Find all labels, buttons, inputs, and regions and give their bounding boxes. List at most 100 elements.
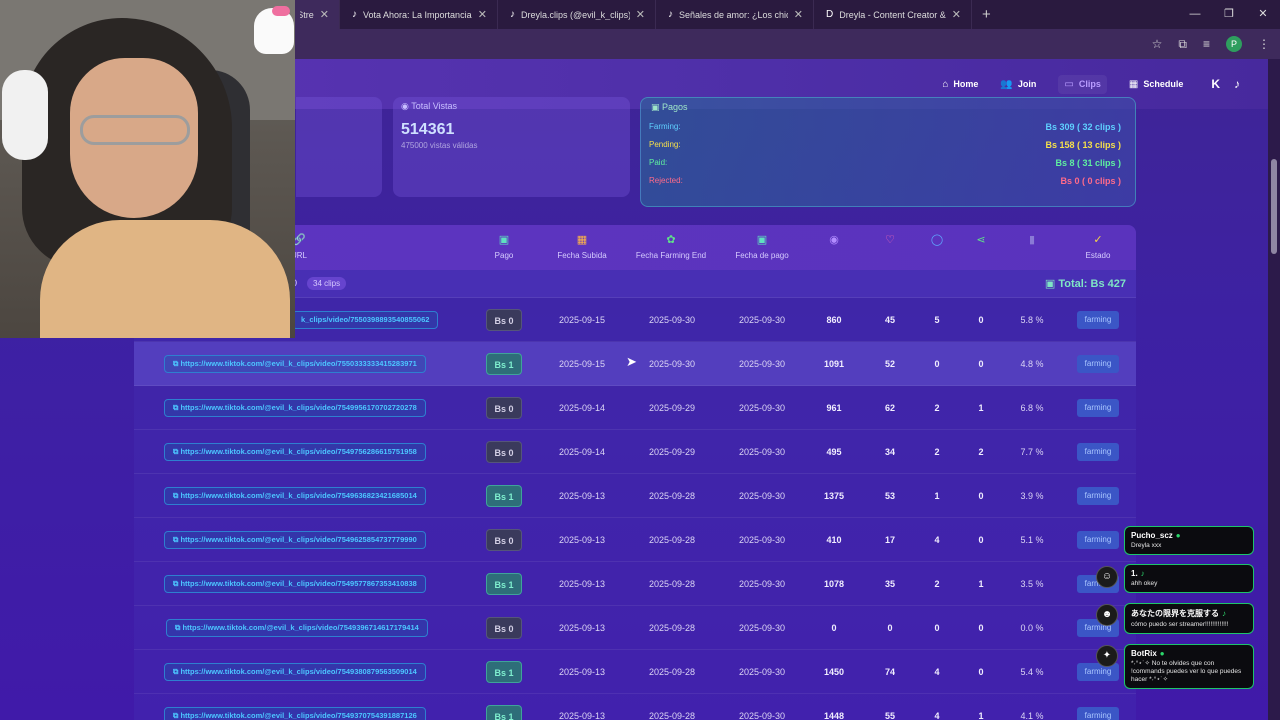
comments-count: 4 bbox=[934, 535, 940, 545]
close-icon[interactable]: ✕ bbox=[952, 8, 961, 21]
fecha-subida: 2025-09-13 bbox=[558, 535, 606, 545]
clip-url-text: https://www.tiktok.com/@evil_k_clips/vid… bbox=[180, 711, 417, 720]
nav-join[interactable]: 👥 Join bbox=[1000, 79, 1036, 90]
pay-badge: Bs 1 bbox=[486, 485, 522, 507]
scrollbar-thumb[interactable] bbox=[1271, 159, 1277, 254]
likes-count: 62 bbox=[884, 403, 895, 413]
kick-icon[interactable]: K bbox=[1211, 77, 1220, 91]
close-window-icon[interactable]: ✕ bbox=[1246, 0, 1280, 29]
headphones-icon bbox=[2, 70, 48, 160]
browser-tab[interactable]: D Dreyla - Content Creator & Stre ✕ bbox=[814, 0, 972, 29]
clip-url-link[interactable]: ⧉ https://www.tiktok.com/@evil_k_clips/v… bbox=[164, 399, 426, 417]
clip-url-text: https://www.tiktok.com/@evil_k_clips/vid… bbox=[180, 535, 417, 544]
new-tab-icon[interactable]: + bbox=[982, 6, 991, 23]
fecha-pago: 2025-09-30 bbox=[738, 403, 786, 413]
chat-user: BotRix ● bbox=[1131, 649, 1247, 658]
tiktok-icon: ♪ bbox=[1140, 569, 1145, 578]
status-badge[interactable]: farming bbox=[1077, 443, 1119, 461]
col-likes[interactable]: ♡ bbox=[880, 233, 900, 251]
menu-icon[interactable]: ⋮ bbox=[1258, 37, 1270, 51]
fecha-subida: 2025-09-13 bbox=[558, 623, 606, 633]
status-badge[interactable]: farming bbox=[1077, 311, 1119, 329]
close-icon[interactable]: ✕ bbox=[794, 8, 803, 21]
bar-chart-icon: ▮ bbox=[1028, 234, 1036, 246]
profile-avatar[interactable]: P bbox=[1226, 36, 1242, 52]
status-badge[interactable]: farming bbox=[1077, 355, 1119, 373]
bookmark-star-icon[interactable]: ☆ bbox=[1152, 37, 1163, 51]
payment-value: Bs 8 ( 31 clips ) bbox=[1055, 158, 1121, 168]
clip-url-link[interactable]: ⧉ https://www.tiktok.com/@evil_k_clips/v… bbox=[164, 487, 426, 505]
col-engagement[interactable]: ▮ bbox=[1022, 233, 1042, 251]
media-icon[interactable]: ≡ bbox=[1203, 37, 1210, 51]
comments-count: 2 bbox=[934, 403, 940, 413]
col-pago[interactable]: ▣ Pago bbox=[484, 233, 524, 260]
maximize-icon[interactable]: ❐ bbox=[1212, 0, 1246, 29]
nav-schedule[interactable]: ▦ Schedule bbox=[1129, 79, 1183, 90]
views-count: 1091 bbox=[823, 359, 845, 369]
col-comments[interactable]: ◯ bbox=[927, 233, 947, 251]
shares-count: 0 bbox=[978, 623, 984, 633]
fecha-pago: 2025-09-30 bbox=[738, 579, 786, 589]
clip-url-link[interactable]: ⧉ https://www.tiktok.com/@evil_k_clips/v… bbox=[164, 663, 426, 681]
fecha-pago: 2025-09-30 bbox=[738, 491, 786, 501]
nav-home[interactable]: ⌂ Home bbox=[942, 79, 978, 90]
close-icon[interactable]: ✕ bbox=[636, 8, 645, 21]
fecha-subida: 2025-09-14 bbox=[558, 403, 606, 413]
payment-value: Bs 0 ( 0 clips ) bbox=[1060, 176, 1121, 186]
clip-url-link[interactable]: ⧉ https://www.tiktok.com/@evil_k_clips/v… bbox=[164, 707, 426, 720]
sprout-icon: ✿ bbox=[666, 234, 676, 246]
avatar: ☻ bbox=[1096, 604, 1118, 626]
minimize-icon[interactable]: — bbox=[1178, 0, 1212, 29]
clip-url-link[interactable]: k_clips/video/7550398893540855062 bbox=[292, 311, 439, 329]
home-icon: ⌂ bbox=[942, 78, 949, 90]
extensions-icon[interactable]: ⧉ bbox=[1178, 37, 1187, 52]
col-estado[interactable]: ✓ Estado bbox=[1082, 233, 1114, 260]
payments-label: Pagos bbox=[662, 102, 688, 112]
status-badge[interactable]: farming bbox=[1077, 663, 1119, 681]
nav-clips[interactable]: ▭ Clips bbox=[1058, 74, 1107, 94]
close-icon[interactable]: ✕ bbox=[478, 8, 487, 21]
col-fecha-farming-end[interactable]: ✿ Fecha Farming End bbox=[632, 233, 710, 260]
comments-count: 4 bbox=[934, 711, 940, 720]
clip-url-link[interactable]: ⧉ https://www.tiktok.com/@evil_k_clips/v… bbox=[166, 619, 428, 637]
mouse-cursor-icon: ➤ bbox=[626, 354, 637, 369]
engagement-rate: 4.1 % bbox=[1020, 711, 1044, 720]
likes-count: 55 bbox=[884, 711, 895, 720]
tab-title: Dreyla - Content Creator & Stre bbox=[839, 9, 946, 20]
shares-count: 0 bbox=[978, 315, 984, 325]
nav-label: Join bbox=[1017, 79, 1037, 89]
pay-badge: Bs 1 bbox=[486, 705, 522, 720]
status-badge[interactable]: farming bbox=[1077, 487, 1119, 505]
eye-icon: ◉ Total Vistas bbox=[401, 101, 458, 111]
status-badge[interactable]: farming bbox=[1077, 399, 1119, 417]
browser-tab[interactable]: ♪ Señales de amor: ¿Los chicos se ✕ bbox=[656, 0, 814, 29]
payment-value: Bs 158 ( 13 clips ) bbox=[1045, 140, 1121, 150]
clip-url-text: https://www.tiktok.com/@evil_k_clips/vid… bbox=[180, 403, 417, 412]
close-icon[interactable]: ✕ bbox=[320, 8, 329, 21]
comments-count: 2 bbox=[934, 447, 940, 457]
browser-tab[interactable]: ♪ Dreyla.clips (@evil_k_clips) | TikTok … bbox=[498, 0, 656, 29]
clip-url-text: k_clips/video/7550398893540855062 bbox=[301, 315, 430, 324]
chat-message: あなたの限界を克服する ♪ cómo puedo ser streamer!!!!… bbox=[1124, 603, 1254, 634]
status-badge[interactable]: farming bbox=[1077, 707, 1119, 720]
clip-url-link[interactable]: ⧉ https://www.tiktok.com/@evil_k_clips/v… bbox=[164, 575, 426, 593]
browser-tab[interactable]: ♪ Vota Ahora: La Importancia de ✕ bbox=[340, 0, 498, 29]
clip-url-link[interactable]: ⧉ https://www.tiktok.com/@evil_k_clips/v… bbox=[164, 443, 426, 461]
engagement-rate: 6.8 % bbox=[1020, 403, 1044, 413]
video-icon: ▭ bbox=[1064, 78, 1074, 90]
chat-message: BotRix ● *˖°⋆˙✧ No te olvides que con !co… bbox=[1124, 644, 1254, 689]
scrollbar[interactable] bbox=[1268, 59, 1280, 720]
status-badge[interactable]: farming bbox=[1077, 531, 1119, 549]
clip-url-link[interactable]: ⧉ https://www.tiktok.com/@evil_k_clips/v… bbox=[164, 531, 426, 549]
payment-label: Paid: bbox=[649, 158, 668, 167]
col-shares[interactable]: ⋖ bbox=[971, 233, 991, 251]
col-views[interactable]: ◉ bbox=[824, 233, 844, 251]
table-row: ⧉ https://www.tiktok.com/@evil_k_clips/v… bbox=[134, 694, 1136, 720]
tiktok-icon: ♪ bbox=[510, 9, 515, 20]
tiktok-icon[interactable]: ♪ bbox=[1234, 77, 1240, 91]
fecha-subida: 2025-09-13 bbox=[558, 667, 606, 677]
col-fecha-subida[interactable]: ▦ Fecha Subida bbox=[552, 233, 612, 260]
fecha-pago: 2025-09-30 bbox=[738, 315, 786, 325]
clip-url-link[interactable]: ⧉ https://www.tiktok.com/@evil_k_clips/v… bbox=[164, 355, 426, 373]
col-fecha-pago[interactable]: ▣ Fecha de pago bbox=[732, 233, 792, 260]
